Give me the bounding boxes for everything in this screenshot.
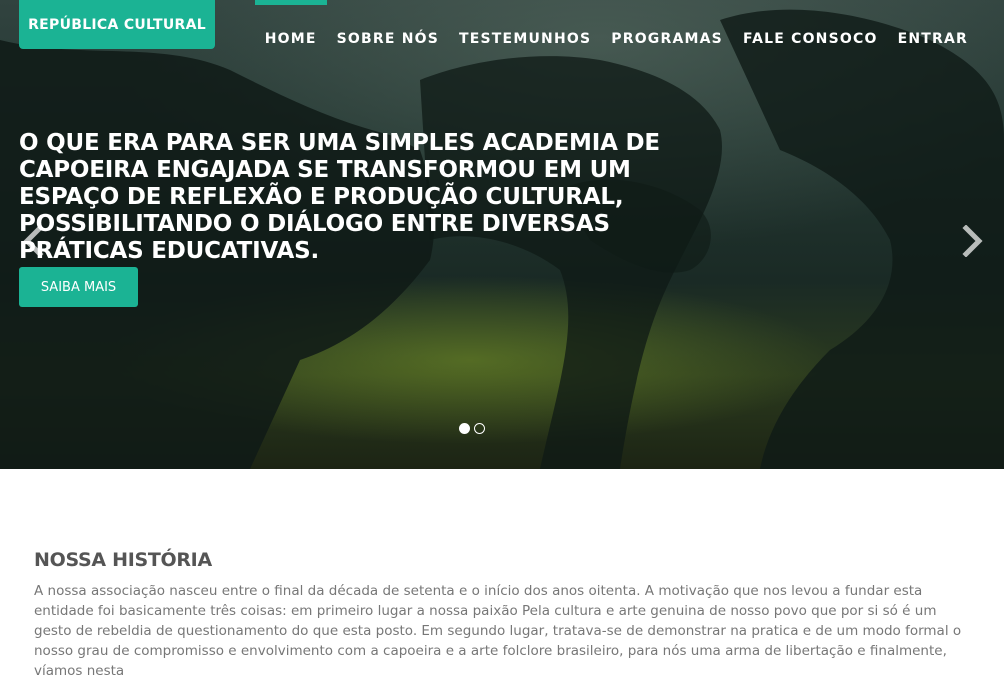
- carousel-indicator-2[interactable]: [474, 423, 485, 434]
- chevron-left-icon[interactable]: [22, 225, 44, 257]
- section-title: NOSSA HISTÓRIA: [34, 549, 212, 571]
- hero-carousel: REPÚBLICA CULTURAL HOME SOBRE NÓS TESTEM…: [0, 0, 1004, 469]
- nav-testemunhos[interactable]: TESTEMUNHOS: [449, 0, 601, 80]
- nav-sobre-nos[interactable]: SOBRE NÓS: [327, 0, 449, 80]
- brand-logo-button[interactable]: REPÚBLICA CULTURAL: [19, 0, 215, 49]
- saiba-mais-button[interactable]: SAIBA MAIS: [19, 267, 138, 307]
- hero-headline: O QUE ERA PARA SER UMA SIMPLES ACADEMIA …: [19, 130, 660, 264]
- carousel-indicator-1[interactable]: [459, 423, 470, 434]
- carousel-indicators: [459, 423, 485, 434]
- nav-entrar[interactable]: ENTRAR: [888, 0, 978, 80]
- nav-programas[interactable]: PROGRAMAS: [601, 0, 733, 80]
- chevron-right-icon[interactable]: [962, 225, 984, 257]
- nav-home[interactable]: HOME: [254, 0, 327, 80]
- main-nav: HOME SOBRE NÓS TESTEMUNHOS PROGRAMAS FAL…: [254, 0, 978, 80]
- nav-fale-consoco[interactable]: FALE CONSOCO: [733, 0, 888, 80]
- section-body: A nossa associação nasceu entre o final …: [34, 583, 962, 679]
